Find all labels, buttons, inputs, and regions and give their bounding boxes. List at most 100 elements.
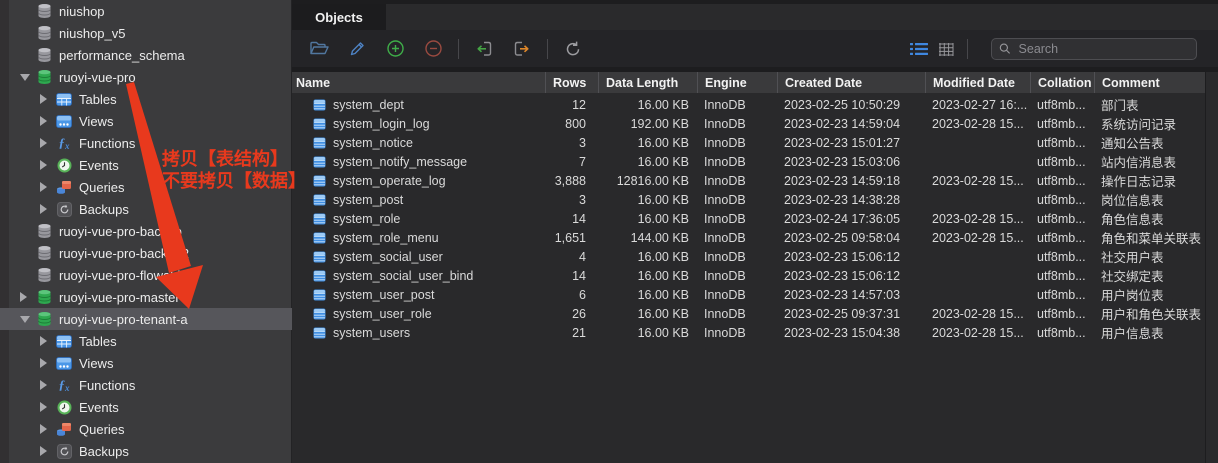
table-row-system-social-user-bind[interactable]: system_social_user_bind1416.00 KBInnoDB2… — [292, 266, 1205, 285]
table-row-system-dept[interactable]: system_dept1216.00 KBInnoDB2023-02-25 10… — [292, 95, 1205, 114]
disclosure-right-icon[interactable] — [40, 93, 55, 105]
sidebar-item-ruoyi-vue-pro-backup[interactable]: ruoyi-vue-pro-backup — [0, 220, 292, 242]
cell-text: system_operate_log — [333, 174, 446, 188]
disclosure-right-icon[interactable] — [40, 181, 55, 193]
cell-text: 144.00 KB — [631, 231, 689, 245]
list-view-button[interactable] — [905, 37, 932, 61]
disclosure-right-icon[interactable] — [40, 423, 55, 435]
disclosure-right-icon[interactable] — [40, 357, 55, 369]
table-row-system-notify-message[interactable]: system_notify_message716.00 KBInnoDB2023… — [292, 152, 1205, 171]
refresh-button[interactable] — [554, 36, 592, 62]
export-wizard-button[interactable] — [503, 36, 541, 62]
cell-name: system_post — [292, 193, 545, 207]
column-header-collation[interactable]: Collation — [1030, 72, 1094, 93]
sidebar-item-ruoyi-vue-pro-flowable[interactable]: ruoyi-vue-pro-flowable — [0, 264, 292, 286]
sidebar-item-functions[interactable]: ƒxFunctions — [0, 132, 292, 154]
import-wizard-button[interactable] — [465, 36, 503, 62]
sidebar-item-functions[interactable]: ƒxFunctions — [0, 374, 292, 396]
column-header-created-date[interactable]: Created Date — [777, 72, 925, 93]
cell-name: system_user_post — [292, 288, 545, 302]
sidebar-item-ruoyi-vue-pro[interactable]: ruoyi-vue-pro — [0, 66, 292, 88]
sidebar-item-ruoyi-vue-pro-tenant-a[interactable]: ruoyi-vue-pro-tenant-a — [0, 308, 292, 330]
cell-engine: InnoDB — [697, 307, 777, 321]
sidebar-item-events[interactable]: Events — [0, 396, 292, 418]
queries-icon — [56, 180, 72, 195]
table-row-system-role[interactable]: system_role1416.00 KBInnoDB2023-02-24 17… — [292, 209, 1205, 228]
disclosure-right-icon[interactable] — [40, 203, 55, 215]
sidebar-item-ruoyi-vue-pro-master[interactable]: ruoyi-vue-pro-master — [0, 286, 292, 308]
new-object-button[interactable] — [376, 36, 414, 62]
cell-data-length: 192.00 KB — [598, 117, 697, 131]
events-icon — [57, 158, 72, 173]
table-row-system-social-user[interactable]: system_social_user416.00 KBInnoDB2023-02… — [292, 247, 1205, 266]
cell-text: InnoDB — [704, 269, 746, 283]
disclosure-right-icon[interactable] — [40, 137, 55, 149]
table-row-system-post[interactable]: system_post316.00 KBInnoDB2023-02-23 14:… — [292, 190, 1205, 209]
cell-modified-date: 2023-02-28 15... — [925, 212, 1030, 226]
sidebar-item-queries[interactable]: Queries — [0, 176, 292, 198]
grid-view-button[interactable] — [932, 37, 959, 61]
cell-comment: 社交绑定表 — [1094, 266, 1205, 285]
sidebar-item-niushop-v5[interactable]: niushop_v5 — [0, 22, 292, 44]
disclosure-down-icon[interactable] — [20, 71, 35, 83]
cell-modified-date: 2023-02-27 16:... — [925, 98, 1030, 112]
column-header-comment[interactable]: Comment — [1094, 72, 1218, 93]
sidebar-item-views[interactable]: Views — [0, 110, 292, 132]
refresh-icon — [564, 40, 582, 58]
sidebar-item-events[interactable]: Events — [0, 154, 292, 176]
disclosure-down-icon[interactable] — [20, 313, 35, 325]
cell-text: 14 — [572, 269, 586, 283]
search-input[interactable] — [1017, 41, 1189, 57]
cell-data-length: 16.00 KB — [598, 326, 697, 340]
table-row-system-operate-log[interactable]: system_operate_log3,88812816.00 KBInnoDB… — [292, 171, 1205, 190]
tables-icon — [56, 335, 72, 348]
arrow-spacer — [20, 5, 35, 17]
delete-object-button[interactable] — [414, 36, 452, 62]
pencil-icon — [348, 40, 366, 58]
disclosure-right-icon[interactable] — [40, 379, 55, 391]
cell-text: 2023-02-23 15:04:38 — [784, 326, 900, 340]
column-header-rows[interactable]: Rows — [545, 72, 598, 93]
cell-text: InnoDB — [704, 326, 746, 340]
sidebar-item-tables[interactable]: Tables — [0, 88, 292, 110]
search-box[interactable] — [991, 38, 1197, 60]
disclosure-right-icon[interactable] — [40, 335, 55, 347]
cell-engine: InnoDB — [697, 212, 777, 226]
sidebar-item-tables[interactable]: Tables — [0, 330, 292, 352]
sidebar-item-ruoyi-vue-pro-backup2[interactable]: ruoyi-vue-pro-backup2 — [0, 242, 292, 264]
cell-collation: utf8mb... — [1030, 136, 1094, 150]
toolbar-buttons — [300, 36, 592, 62]
table-row-system-user-role[interactable]: system_user_role2616.00 KBInnoDB2023-02-… — [292, 304, 1205, 323]
sidebar-item-queries[interactable]: Queries — [0, 418, 292, 440]
table-row-system-users[interactable]: system_users2116.00 KBInnoDB2023-02-23 1… — [292, 323, 1205, 342]
sidebar-item-niushop[interactable]: niushop — [0, 0, 292, 22]
table-row-system-login-log[interactable]: system_login_log800192.00 KBInnoDB2023-0… — [292, 114, 1205, 133]
table-row-system-notice[interactable]: system_notice316.00 KBInnoDB2023-02-23 1… — [292, 133, 1205, 152]
disclosure-right-icon[interactable] — [40, 401, 55, 413]
cell-collation: utf8mb... — [1030, 269, 1094, 283]
sidebar-item-backups[interactable]: Backups — [0, 440, 292, 462]
sidebar-item-performance-schema[interactable]: performance_schema — [0, 44, 292, 66]
design-table-button[interactable] — [338, 36, 376, 62]
sidebar-item-backups[interactable]: Backups — [0, 198, 292, 220]
table-row-system-user-post[interactable]: system_user_post616.00 KBInnoDB2023-02-2… — [292, 285, 1205, 304]
tab-objects[interactable]: Objects — [292, 4, 386, 30]
disclosure-right-icon[interactable] — [20, 291, 35, 303]
sidebar-item-label: ruoyi-vue-pro — [59, 70, 136, 85]
column-header-modified-date[interactable]: Modified Date — [925, 72, 1030, 93]
sidebar-item-label: ruoyi-vue-pro-flowable — [59, 268, 188, 283]
sidebar-item-views[interactable]: Views — [0, 352, 292, 374]
events-icon — [57, 400, 72, 415]
cell-text: 3 — [579, 193, 586, 207]
disclosure-right-icon[interactable] — [40, 445, 55, 457]
disclosure-right-icon[interactable] — [40, 115, 55, 127]
column-header-name[interactable]: Name — [292, 72, 545, 93]
open-table-button[interactable] — [300, 36, 338, 62]
cell-text: 16.00 KB — [638, 250, 689, 264]
table-row-system-role-menu[interactable]: system_role_menu1,651144.00 KBInnoDB2023… — [292, 228, 1205, 247]
column-header-engine[interactable]: Engine — [697, 72, 777, 93]
cell-comment: 通知公告表 — [1094, 133, 1205, 152]
column-header-data-length[interactable]: Data Length — [598, 72, 697, 93]
disclosure-right-icon[interactable] — [40, 159, 55, 171]
sidebar-item-label: Views — [79, 356, 113, 371]
